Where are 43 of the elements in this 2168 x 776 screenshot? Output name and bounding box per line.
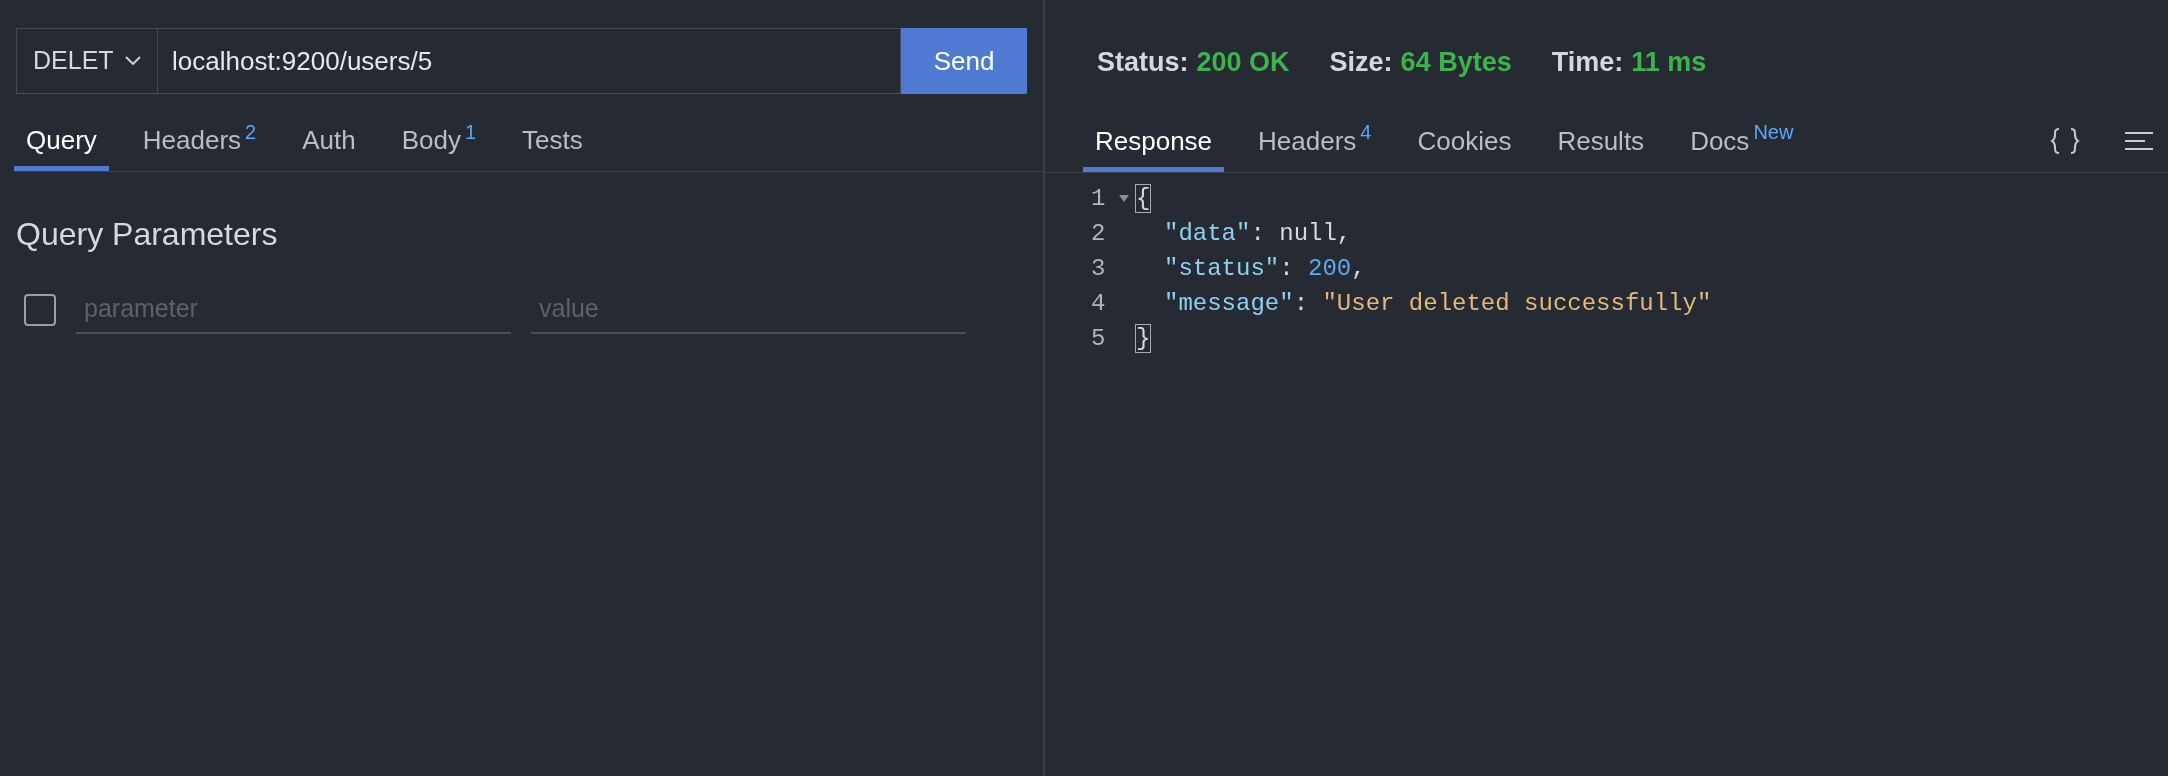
tab-superscript-label: 2 [245, 122, 257, 142]
line-number: 3 [1091, 253, 1107, 284]
tab-label: Body [401, 124, 461, 157]
line-number: 4 [1091, 288, 1107, 319]
tab[interactable]: Auth [290, 110, 368, 171]
stat-label: Status: [1097, 45, 1189, 79]
tab[interactable]: Query [14, 110, 109, 171]
tab-label: Tests [522, 124, 583, 157]
url-field[interactable]: localhost:9200/users/5 [158, 28, 901, 94]
tab-label: Cookies [1417, 124, 1512, 158]
tab-label: Query [26, 124, 97, 157]
stat-label: Time: [1551, 45, 1624, 79]
checkbox[interactable] [24, 294, 56, 326]
stat-value: 200 OK [1196, 45, 1290, 79]
tab[interactable]: Response [1083, 110, 1225, 172]
tab-superscript-label: 1 [465, 122, 477, 142]
braces-icon[interactable] [2050, 127, 2080, 155]
tab[interactable]: Tests [510, 110, 595, 171]
code-line: "status": 200, [1163, 253, 1366, 284]
send-button[interactable]: Send [901, 28, 1027, 94]
tab-label: Headers [142, 124, 242, 157]
method-select[interactable]: DELET [16, 28, 158, 94]
stat-value: 64 Bytes [1400, 45, 1512, 79]
tab[interactable]: Results [1545, 110, 1657, 172]
tab[interactable]: Cookies [1405, 110, 1524, 172]
fold-caret-icon[interactable] [1119, 194, 1129, 203]
tab-label: Headers [1258, 124, 1357, 158]
tab-superscript-label: 4 [1360, 122, 1372, 142]
code-line: "message": "User deleted successfully" [1163, 288, 1712, 319]
tab-label: Response [1095, 124, 1213, 158]
code-line: "data": null, [1163, 218, 1352, 249]
line-number: 2 [1091, 218, 1107, 249]
section-title: Query Parameters [16, 215, 279, 254]
tab-label: Auth [302, 124, 356, 157]
wrap-lines-icon[interactable] [2124, 131, 2154, 151]
line-number: 5 [1091, 323, 1107, 354]
stat-value: 11 ms [1631, 45, 1707, 79]
chevron-icon [125, 56, 141, 66]
tab-label: Results [1557, 124, 1645, 158]
stat-label: Size: [1329, 45, 1393, 79]
tab-superscript-label: New [1753, 122, 1794, 142]
tab-label: Docs [1690, 124, 1750, 158]
line-number: 1 [1091, 183, 1107, 214]
